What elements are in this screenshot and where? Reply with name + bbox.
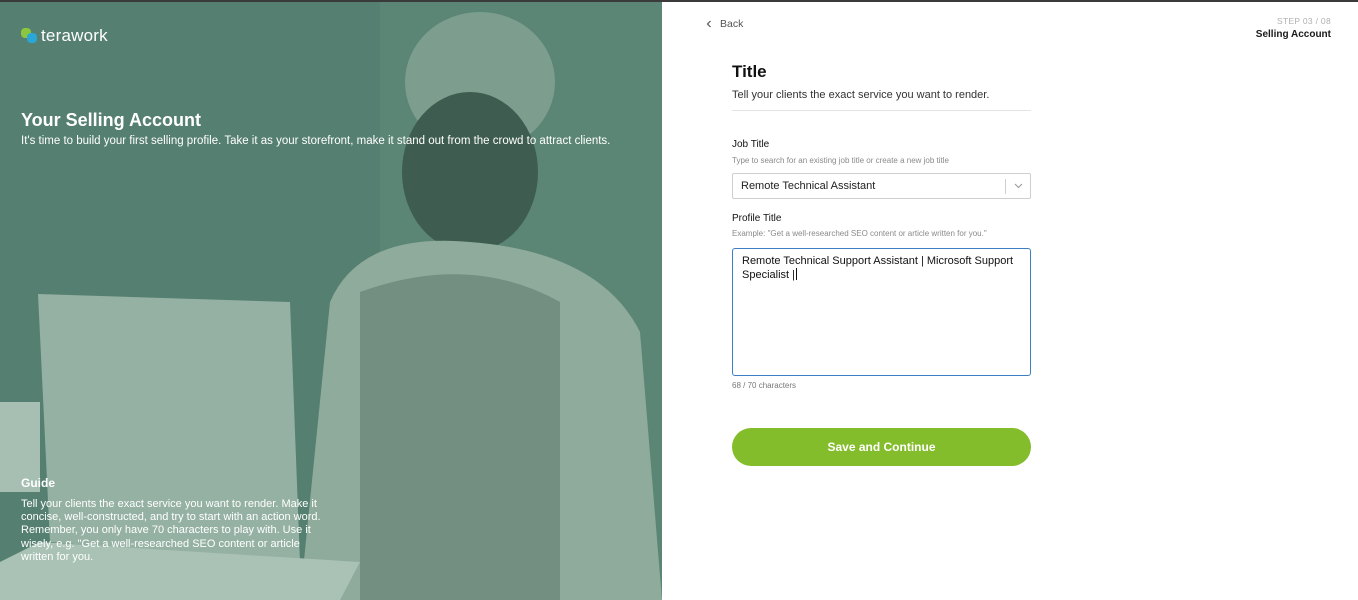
chevron-left-icon [706, 20, 711, 28]
character-counter: 68 / 70 characters [732, 381, 797, 390]
hero-subtitle: It's time to build your first selling pr… [21, 135, 611, 147]
step-number: STEP 03 / 08 [1276, 16, 1331, 26]
job-title-value: Remote Technical Assistant [741, 180, 876, 192]
job-title-hint: Type to search for an existing job title… [732, 156, 950, 165]
profile-title-value: Remote Technical Support Assistant | Mic… [742, 255, 1014, 281]
job-title-select[interactable]: Remote Technical Assistant [732, 173, 1031, 199]
step-name: Selling Account [1255, 29, 1331, 40]
form-title: Title [732, 62, 767, 81]
profile-title-input[interactable]: Remote Technical Support Assistant | Mic… [732, 248, 1031, 376]
text-caret [796, 268, 797, 280]
brand-name: terawork [41, 26, 108, 45]
step-indicator: STEP 03 / 08 Selling Account [1256, 16, 1331, 40]
job-title-label: Job Title [732, 139, 770, 150]
terawork-logo-icon [21, 28, 37, 44]
title-form: Title Tell your clients the exact servic… [732, 62, 1031, 466]
back-button[interactable]: Back [706, 18, 743, 30]
hero-title: Your Selling Account [21, 110, 202, 130]
brand-logo[interactable]: terawork [21, 26, 108, 46]
save-and-continue-button[interactable]: Save and Continue [732, 428, 1031, 466]
guide-text: Tell your clients the exact service you … [21, 498, 321, 563]
form-description: Tell your clients the exact service you … [732, 89, 990, 101]
divider [732, 110, 1031, 111]
chevron-down-icon[interactable] [1006, 183, 1030, 189]
profile-title-label: Profile Title [732, 213, 782, 224]
profile-title-hint: Example: "Get a well-researched SEO cont… [732, 229, 987, 238]
back-label: Back [720, 18, 744, 30]
guide-title: Guide [21, 476, 56, 490]
hero-panel: terawork Your Selling Account It's time … [0, 2, 662, 600]
